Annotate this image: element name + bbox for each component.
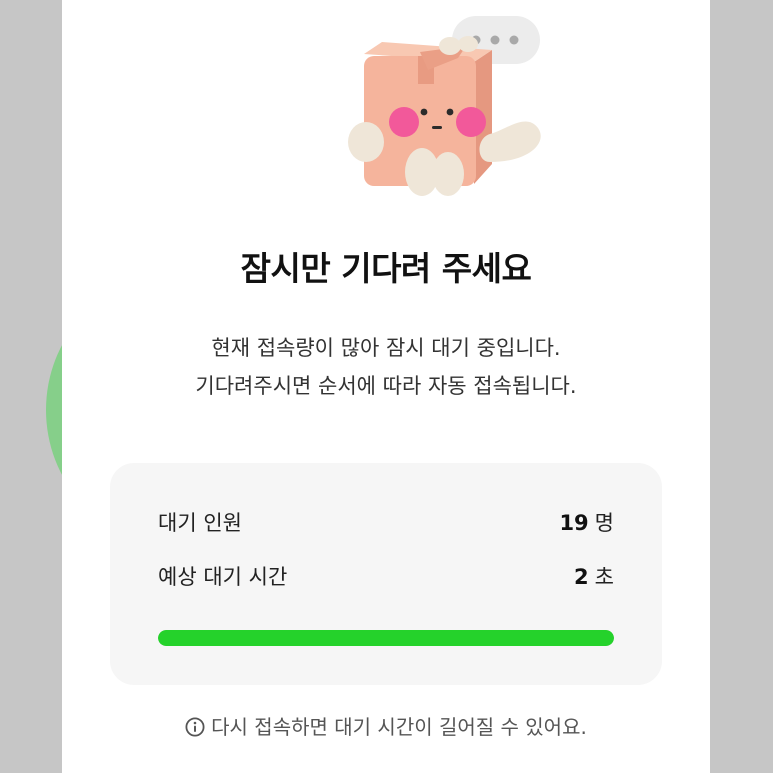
wait-time-label: 예상 대기 시간 <box>158 565 288 589</box>
page-title: 잠시만 기다려 주세요 <box>240 249 532 288</box>
box-character-icon <box>348 16 541 196</box>
wait-time-row: 예상 대기 시간 2초 <box>158 561 614 593</box>
notice-text: 다시 접속하면 대기 시간이 길어질 수 있어요. <box>62 712 710 742</box>
progress-bar-fill <box>158 630 614 646</box>
wait-time-unit: 초 <box>594 565 614 589</box>
info-icon <box>185 717 205 737</box>
wait-time-number: 2 <box>574 565 589 589</box>
waiting-message-line-2: 기다려주시면 순서에 따라 자동 접속됩니다. <box>195 374 577 398</box>
queue-count-label: 대기 인원 <box>158 511 242 535</box>
queue-count-number: 19 <box>559 511 589 535</box>
waiting-room-card: 잠시만 기다려 주세요 현재 접속량이 많아 잠시 대기 중입니다. 기다려주시… <box>62 0 710 773</box>
queue-count-unit: 명 <box>594 511 614 535</box>
queue-count-value: 19 명 <box>559 507 614 539</box>
wait-time-value: 2초 <box>574 561 614 593</box>
waiting-message-line-1: 현재 접속량이 많아 잠시 대기 중입니다. <box>211 336 561 360</box>
queue-info-box: 대기 인원 19 명 예상 대기 시간 2초 <box>110 463 662 685</box>
notice-message: 다시 접속하면 대기 시간이 길어질 수 있어요. <box>211 715 587 739</box>
progress-bar <box>158 630 614 646</box>
queue-count-row: 대기 인원 19 명 <box>158 507 614 539</box>
